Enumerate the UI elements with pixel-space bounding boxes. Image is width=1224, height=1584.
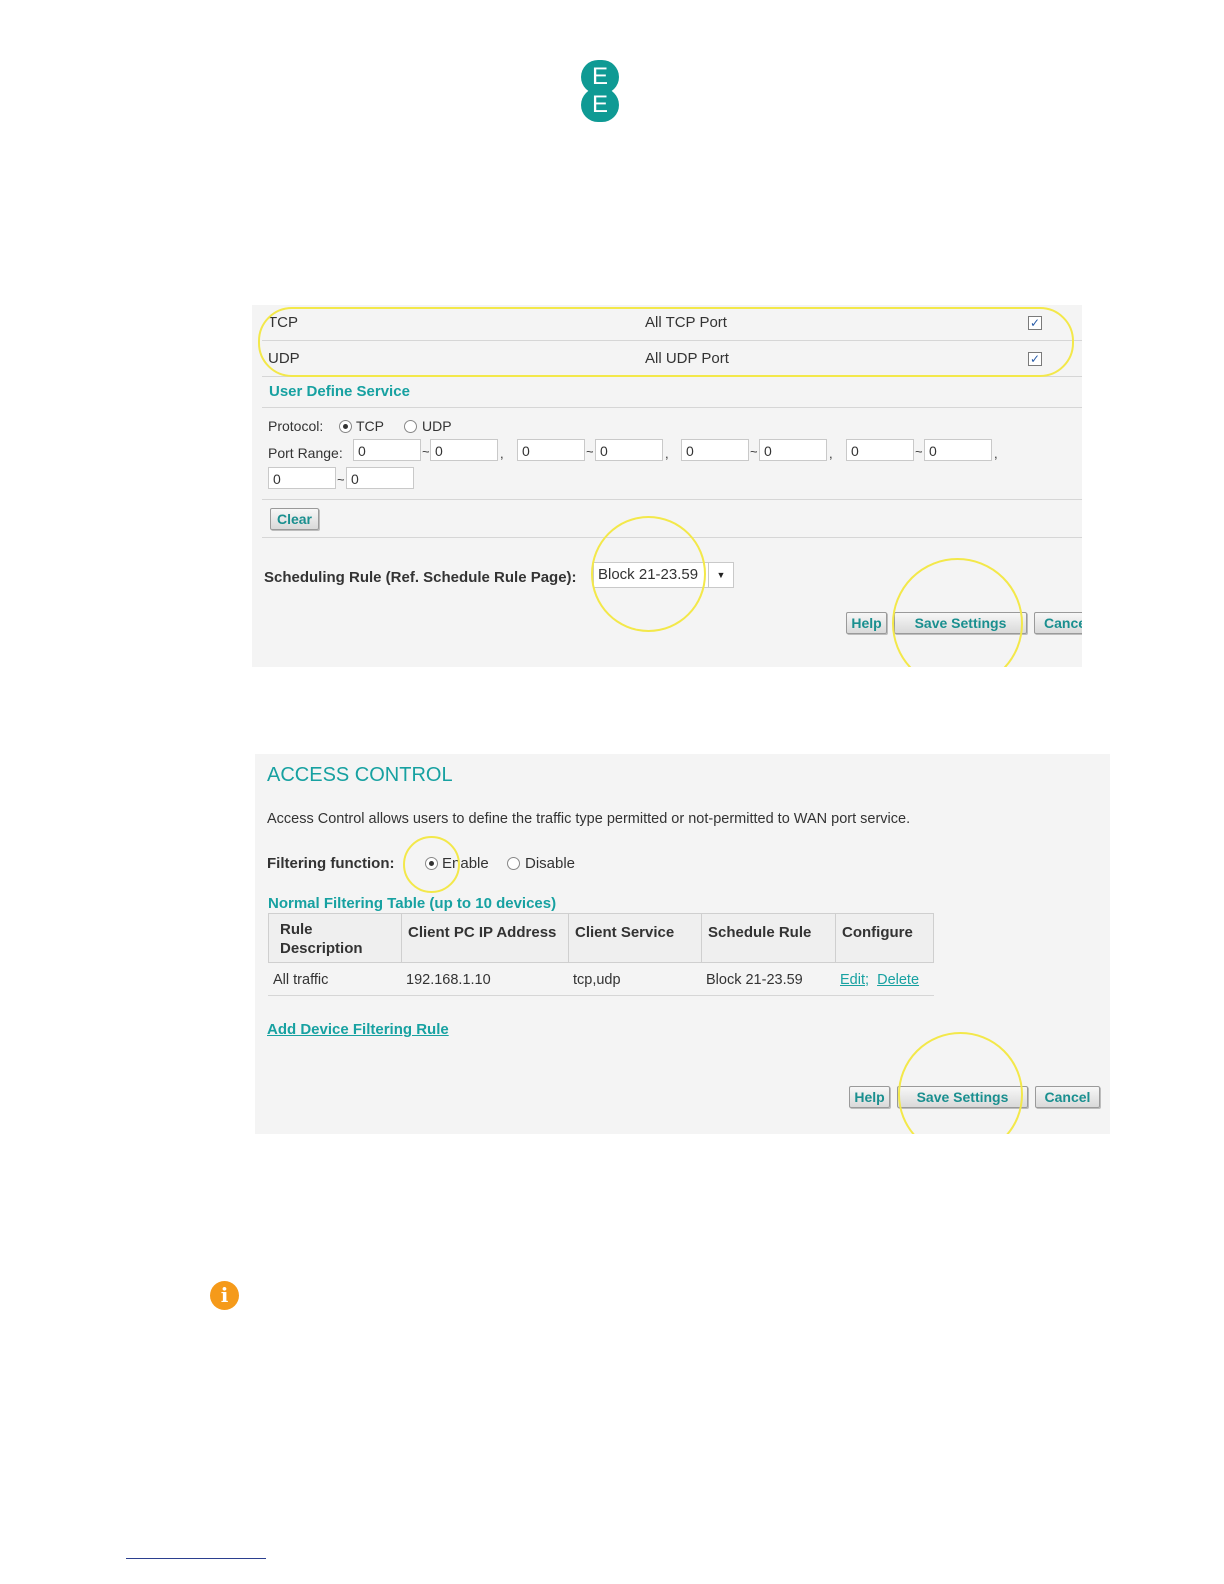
column-header: Schedule Rule bbox=[701, 913, 836, 963]
column-header: Configure bbox=[835, 913, 934, 963]
help-button[interactable]: Help bbox=[846, 612, 887, 634]
port-range-end-3[interactable]: 0 bbox=[759, 439, 827, 461]
configure-cell: Edit; Delete bbox=[840, 972, 919, 988]
range-separator: ~ bbox=[422, 444, 430, 459]
port-range-start-1[interactable]: 0 bbox=[353, 439, 421, 461]
port-range-end-5[interactable]: 0 bbox=[346, 467, 414, 489]
comma: , bbox=[829, 446, 833, 461]
port-range-start-3[interactable]: 0 bbox=[681, 439, 749, 461]
udp-row-protocol: UDP bbox=[268, 350, 300, 367]
delete-link[interactable]: Delete bbox=[877, 972, 919, 988]
protocol-label: Protocol: bbox=[268, 418, 324, 434]
ip-address-cell: 192.168.1.10 bbox=[406, 972, 491, 988]
schedule-rule-cell: Block 21-23.59 bbox=[706, 972, 803, 988]
protocol-tcp-radio[interactable] bbox=[339, 420, 352, 433]
ee-logo: E E bbox=[581, 60, 619, 124]
service-settings-panel: TCP All TCP Port ✓ UDP All UDP Port ✓ Us… bbox=[252, 305, 1082, 667]
divider bbox=[262, 499, 1082, 500]
cancel-button[interactable]: Cance bbox=[1034, 612, 1082, 634]
range-separator: ~ bbox=[750, 444, 758, 459]
protocol-udp-radio[interactable] bbox=[404, 420, 417, 433]
filtering-disable-radio[interactable] bbox=[507, 857, 520, 870]
range-separator: ~ bbox=[915, 444, 923, 459]
divider bbox=[262, 407, 1082, 408]
port-range-label: Port Range: bbox=[268, 445, 343, 461]
save-settings-button[interactable]: Save Settings bbox=[894, 612, 1027, 634]
add-device-filtering-rule-link[interactable]: Add Device Filtering Rule bbox=[267, 1021, 449, 1038]
filtering-enable-radio[interactable] bbox=[425, 857, 438, 870]
column-header: Client PC IP Address bbox=[401, 913, 569, 963]
column-header: Rule Description bbox=[268, 913, 402, 963]
divider bbox=[262, 537, 1082, 538]
filtering-table: Rule Description Client PC IP Address Cl… bbox=[268, 913, 934, 998]
tcp-row-description: All TCP Port bbox=[645, 314, 727, 331]
port-range-end-2[interactable]: 0 bbox=[595, 439, 663, 461]
page-title: ACCESS CONTROL bbox=[267, 764, 453, 786]
tcp-row-protocol: TCP bbox=[268, 314, 298, 331]
divider bbox=[262, 340, 1082, 341]
port-range-start-2[interactable]: 0 bbox=[517, 439, 585, 461]
udp-all-checkbox[interactable]: ✓ bbox=[1028, 352, 1042, 366]
access-control-description: Access Control allows users to define th… bbox=[267, 811, 911, 827]
footer-divider bbox=[126, 1558, 266, 1559]
port-range-start-4[interactable]: 0 bbox=[846, 439, 914, 461]
cancel-button[interactable]: Cancel bbox=[1035, 1086, 1100, 1108]
help-button[interactable]: Help bbox=[849, 1086, 890, 1108]
column-header: Client Service bbox=[568, 913, 702, 963]
port-range-start-5[interactable]: 0 bbox=[268, 467, 336, 489]
udp-row-description: All UDP Port bbox=[645, 350, 729, 367]
range-separator: ~ bbox=[586, 444, 594, 459]
chevron-down-icon: ▼ bbox=[708, 563, 733, 587]
filtering-table-title: Normal Filtering Table (up to 10 devices… bbox=[268, 895, 557, 912]
port-range-end-1[interactable]: 0 bbox=[430, 439, 498, 461]
filtering-disable-label: Disable bbox=[525, 855, 576, 872]
rule-description-cell: All traffic bbox=[273, 972, 329, 988]
comma: , bbox=[994, 446, 998, 461]
port-range-end-4[interactable]: 0 bbox=[924, 439, 992, 461]
protocol-udp-label: UDP bbox=[422, 418, 452, 434]
comma: , bbox=[665, 446, 669, 461]
save-settings-button[interactable]: Save Settings bbox=[897, 1086, 1028, 1108]
client-service-cell: tcp,udp bbox=[573, 972, 621, 988]
link-separator: ; bbox=[865, 972, 870, 988]
comma: , bbox=[500, 446, 504, 461]
ee-logo-bottom: E bbox=[581, 88, 619, 122]
user-define-title: User Define Service bbox=[269, 383, 410, 400]
scheduling-rule-select[interactable]: Block 21-23.59 ▼ bbox=[593, 562, 734, 588]
filtering-function-label: Filtering function: bbox=[267, 855, 395, 872]
info-icon: i bbox=[210, 1281, 239, 1310]
highlight-circle bbox=[898, 1032, 1023, 1134]
protocol-tcp-label: TCP bbox=[356, 418, 384, 434]
divider bbox=[268, 995, 934, 996]
range-separator: ~ bbox=[337, 472, 345, 487]
scheduling-rule-label: Scheduling Rule (Ref. Schedule Rule Page… bbox=[264, 569, 577, 586]
clear-button[interactable]: Clear bbox=[270, 508, 319, 530]
divider bbox=[262, 376, 1082, 377]
filtering-enable-label: Enable bbox=[442, 855, 489, 872]
edit-link[interactable]: Edit bbox=[840, 972, 865, 988]
table-row: All traffic 192.168.1.10 tcp,udp Block 2… bbox=[268, 963, 934, 996]
scheduling-rule-value: Block 21-23.59 bbox=[598, 566, 699, 583]
access-control-panel: ACCESS CONTROL Access Control allows use… bbox=[255, 754, 1110, 1134]
tcp-all-checkbox[interactable]: ✓ bbox=[1028, 316, 1042, 330]
